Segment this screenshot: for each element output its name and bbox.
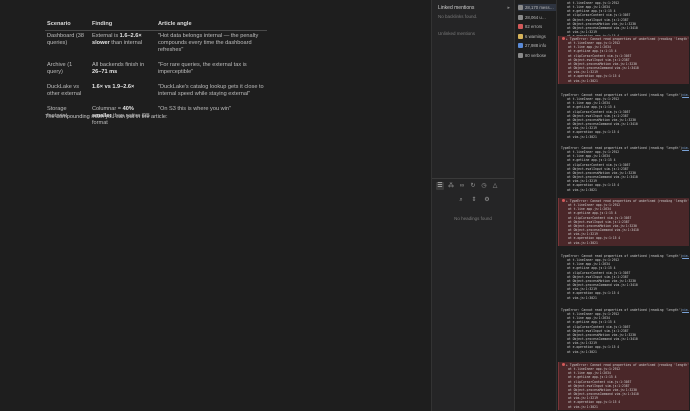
table-header-row: Scenario Finding Article angle bbox=[45, 20, 267, 31]
search-icon[interactable]: ⌕ bbox=[457, 196, 465, 204]
filter-icon bbox=[518, 24, 523, 29]
list-icon[interactable]: ☰ bbox=[436, 182, 444, 190]
filter-label: 80 verbose bbox=[525, 52, 547, 58]
cell-angle: "DuckLake's catalog lookup gets it close… bbox=[158, 84, 264, 97]
stack-frame[interactable]: at vim.js:1:3021 bbox=[561, 296, 687, 300]
console-error-entry[interactable]: ▸ TypeError: Cannot read properties of u… bbox=[558, 198, 689, 246]
cell-finding: 1.6× vs 1.9–2.6× bbox=[90, 82, 156, 104]
finding-lead: Columnar = bbox=[92, 106, 123, 112]
cell-angle: "For rare queries, the external tax is i… bbox=[158, 62, 247, 75]
source-link[interactable]: vim.js:917 bbox=[682, 308, 689, 312]
source-link[interactable]: vim.js:917 bbox=[682, 93, 689, 97]
console-error-entry[interactable]: ▸ TypeError: Cannot read properties of u… bbox=[558, 36, 689, 84]
right-sidebar: Linked mentions ▸ No backlinks found. Un… bbox=[431, 0, 515, 411]
table-row: Archive (1 query) All backends finish in… bbox=[45, 60, 267, 82]
collapse-icon[interactable]: ⇕ bbox=[470, 196, 478, 204]
console-error-entry[interactable]: ▸ TypeError: Cannot read properties of u… bbox=[558, 362, 689, 410]
console-log-entry[interactable]: TypeError: Cannot read properties of und… bbox=[558, 92, 689, 140]
filter-label: 27,988 info bbox=[525, 43, 547, 48]
error-icon bbox=[562, 199, 565, 202]
unlinked-mentions-header[interactable]: Unlinked mentions bbox=[438, 31, 475, 36]
finding-bold: 1.6× vs 1.9–2.6× bbox=[92, 84, 135, 90]
console-filter-item[interactable]: 28,170 mess… bbox=[518, 4, 556, 11]
table-row: DuckLake vs other external 1.6× vs 1.9–2… bbox=[45, 82, 267, 104]
filter-label: 28,064 u… bbox=[525, 14, 547, 20]
refresh-icon[interactable]: ↻ bbox=[469, 182, 477, 190]
filter-icon bbox=[518, 43, 523, 48]
link-icon[interactable]: ∞ bbox=[458, 182, 466, 190]
cell-angle: "Hot data belongs internal — the penalty… bbox=[158, 33, 259, 53]
stack-frame[interactable]: at vim.js:1:3021 bbox=[562, 405, 687, 409]
console-filter-list: 28,170 mess… 28,064 u… 82 errors 6 warnings… bbox=[515, 0, 557, 411]
filter-icon bbox=[518, 52, 523, 58]
source-link[interactable]: vim.js:917 bbox=[682, 146, 689, 150]
console-log-entry[interactable]: TypeError: Cannot read properties of und… bbox=[558, 253, 689, 301]
filter-icon bbox=[518, 5, 523, 10]
stack-frame[interactable]: at vim.js:1:3021 bbox=[562, 79, 687, 83]
expand-chevron-icon[interactable]: ▸ bbox=[507, 5, 510, 11]
filter-icon bbox=[518, 14, 523, 20]
finding-lead: All backends finish in bbox=[92, 62, 145, 68]
stack-frame[interactable]: at vim.js:1:3021 bbox=[562, 241, 687, 245]
console-filter-item[interactable]: 27,988 info bbox=[518, 42, 556, 49]
cell-finding: All backends finish in 26–71 ms bbox=[90, 60, 156, 82]
filter-icon bbox=[518, 33, 523, 39]
graph-icon[interactable]: ⁂ bbox=[447, 182, 455, 190]
console-filter-item[interactable]: 82 errors bbox=[518, 23, 556, 30]
stack-frame[interactable]: at vim.js:1:3021 bbox=[561, 350, 687, 354]
error-icon bbox=[562, 363, 565, 366]
cell-finding: External is 1.6–2.6× slower than interna… bbox=[90, 31, 156, 61]
cell-scenario: DuckLake vs other external bbox=[47, 84, 82, 97]
editor-pane[interactable]: Scenario Finding Article angle Dashboard… bbox=[0, 0, 431, 411]
finding-bold: 26–71 ms bbox=[92, 69, 118, 75]
devtools-console: 28,170 mess… 28,064 u… 82 errors 6 warnings… bbox=[515, 0, 690, 411]
table-row: Dashboard (38 queries) External is 1.6–2… bbox=[45, 31, 267, 61]
outline-toolbar: ☰ ⁂ ∞ ↻ ◷ △ bbox=[436, 182, 499, 190]
linked-mentions-header[interactable]: Linked mentions bbox=[438, 5, 474, 11]
console-filter-item[interactable]: 80 verbose bbox=[518, 52, 556, 59]
filter-label: 82 errors bbox=[525, 24, 543, 29]
source-link[interactable]: vim.js:917 bbox=[682, 254, 689, 258]
console-log-area[interactable]: at t.lineInner app.js:1:2912 at t.line ap… bbox=[557, 0, 690, 411]
finding-lead: External is bbox=[92, 33, 120, 39]
stack-frame[interactable]: at vim.js:1:3021 bbox=[561, 188, 687, 192]
stack-frame[interactable]: at vim.js:1:3021 bbox=[561, 135, 687, 139]
no-headings-text: No headings found bbox=[454, 216, 492, 221]
sidebar-divider bbox=[432, 178, 514, 179]
table-header-finding: Finding bbox=[90, 20, 156, 31]
cell-scenario: Archive (1 query) bbox=[47, 62, 73, 75]
no-backlinks-text: No backlinks found. bbox=[438, 14, 478, 19]
settings-icon[interactable]: ⚙ bbox=[483, 196, 491, 204]
console-log-entry[interactable]: TypeError: Cannot read properties of und… bbox=[558, 145, 689, 193]
cell-scenario: Dashboard (38 queries) bbox=[47, 33, 85, 46]
table-header-angle: Article angle bbox=[156, 20, 267, 31]
table-header-scenario: Scenario bbox=[45, 20, 90, 31]
error-icon bbox=[562, 37, 565, 40]
console-filter-item[interactable]: 6 warnings bbox=[518, 33, 556, 40]
clock-icon[interactable]: ◷ bbox=[480, 182, 488, 190]
filter-label: 6 warnings bbox=[525, 33, 546, 39]
cell-angle: "On S3 this is where you win" bbox=[158, 106, 231, 112]
paragraph: The compounding math you can put in the … bbox=[45, 114, 168, 120]
warning-icon[interactable]: △ bbox=[491, 182, 499, 190]
app-window: Scenario Finding Article angle Dashboard… bbox=[0, 0, 690, 411]
console-log-entry[interactable]: TypeError: Cannot read properties of und… bbox=[558, 307, 689, 355]
finding-tail: than internal bbox=[109, 40, 143, 46]
outline-toolbar-secondary: ⌕ ⇕ ⚙ bbox=[457, 196, 491, 204]
console-filter-item[interactable]: 28,064 u… bbox=[518, 14, 556, 21]
filter-label: 28,170 mess… bbox=[525, 5, 554, 10]
